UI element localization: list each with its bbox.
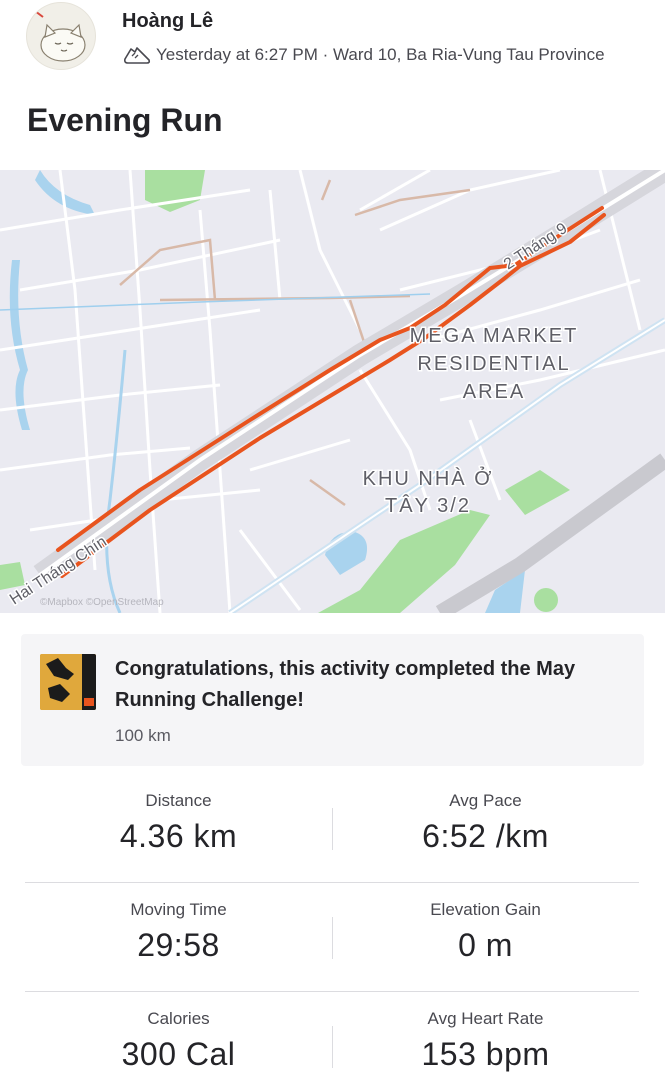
athlete-avatar[interactable] [26, 2, 96, 70]
map-label-khu-nha: KHU NHÀ Ở [363, 466, 494, 490]
stat-value: 4.36 km [119, 818, 238, 854]
stat-avg-heart-rate: Avg Heart Rate 153 bpm [332, 992, 639, 1080]
stat-value: 300 Cal [121, 1036, 236, 1072]
stat-moving-time: Moving Time 29:58 [25, 883, 332, 992]
challenge-message: Congratulations, this activity completed… [115, 658, 576, 711]
park-area [534, 588, 558, 612]
map-label-mega-market: MEGA MARKET [410, 325, 579, 347]
stat-label: Distance [145, 791, 212, 810]
map-label-mega-market: RESIDENTIAL [417, 353, 570, 375]
stat-label: Avg Heart Rate [427, 1009, 544, 1028]
stat-value: 29:58 [137, 927, 220, 963]
stat-row: Distance 4.36 km Avg Pace 6:52 /km [25, 774, 639, 883]
activity-title: Evening Run [27, 102, 223, 138]
stat-elevation-gain: Elevation Gain 0 m [332, 883, 639, 992]
stat-row: Calories 300 Cal Avg Heart Rate 153 bpm [25, 992, 639, 1080]
stat-calories: Calories 300 Cal [25, 992, 332, 1080]
map-label-khu-nha: TÂY 3/2 [385, 494, 471, 517]
stat-value: 0 m [458, 927, 513, 963]
activity-header: Hoàng Lê Yesterday at 6:27 PM · Ward 10,… [0, 0, 665, 90]
challenge-goal: 100 km [115, 726, 171, 745]
stat-value: 6:52 /km [422, 818, 549, 854]
stat-distance: Distance 4.36 km [25, 774, 332, 883]
map-attribution: ©Mapbox ©OpenStreetMap [40, 597, 164, 608]
stat-row: Moving Time 29:58 Elevation Gain 0 m [25, 883, 639, 992]
activity-stats: Distance 4.36 km Avg Pace 6:52 /km Movin… [25, 774, 639, 1080]
challenge-card[interactable]: Congratulations, this activity completed… [21, 634, 644, 766]
challenge-badge-icon [40, 654, 96, 710]
activity-meta: Yesterday at 6:27 PM · Ward 10, Ba Ria-V… [122, 43, 605, 67]
run-shoe-icon [122, 43, 152, 67]
athlete-name[interactable]: Hoàng Lê [122, 10, 213, 33]
stat-value: 153 bpm [421, 1036, 550, 1072]
stat-label: Elevation Gain [430, 900, 541, 919]
stat-label: Avg Pace [449, 791, 522, 810]
stat-label: Moving Time [130, 900, 227, 919]
stat-avg-pace: Avg Pace 6:52 /km [332, 774, 639, 883]
map-label-mega-market: AREA [463, 381, 525, 403]
stat-label: Calories [147, 1009, 210, 1028]
route-map[interactable]: MEGA MARKET RESIDENTIAL AREA KHU NHÀ Ở T… [0, 170, 665, 613]
activity-time-location: Yesterday at 6:27 PM · Ward 10, Ba Ria-V… [156, 45, 605, 64]
